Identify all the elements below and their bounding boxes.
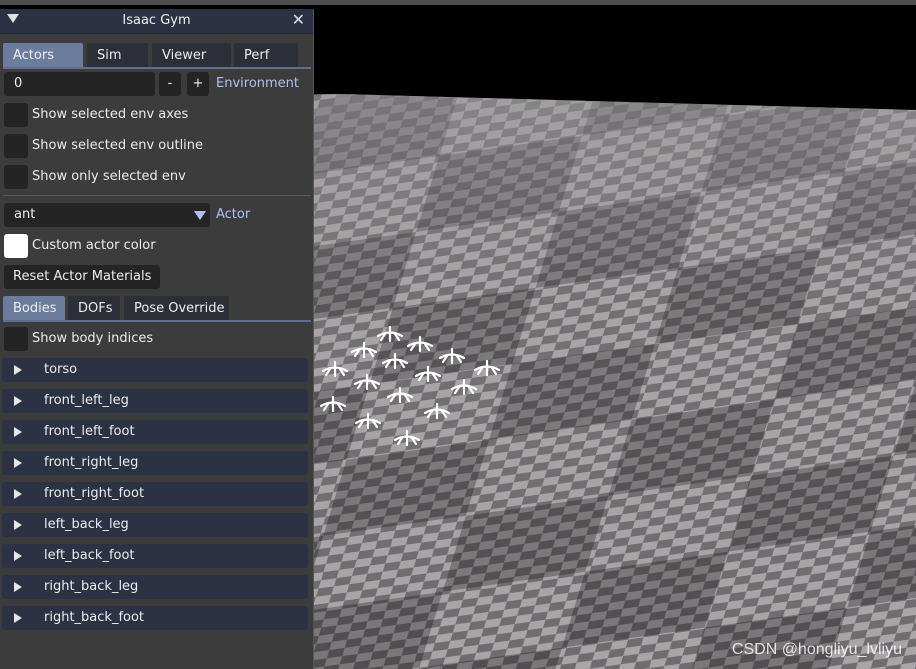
actor-dropdown[interactable]: ant xyxy=(4,203,210,227)
environment-input[interactable]: 0 xyxy=(4,72,155,96)
show-env-outline-label: Show selected env outline xyxy=(32,138,204,153)
expand-arrow-icon[interactable] xyxy=(14,582,22,592)
close-icon[interactable]: ✕ xyxy=(292,10,305,29)
tab-bodies[interactable]: Bodies xyxy=(3,296,65,320)
panel-title: Isaac Gym xyxy=(122,13,191,28)
main-tab-bar: Actors Sim Viewer Perf xyxy=(3,43,311,69)
expand-arrow-icon[interactable] xyxy=(14,520,22,530)
body-item-front-left-leg[interactable]: front_left_leg xyxy=(2,389,308,413)
tab-actors[interactable]: Actors xyxy=(3,43,83,67)
body-item-left-back-foot[interactable]: left_back_foot xyxy=(2,544,308,568)
expand-arrow-icon[interactable] xyxy=(14,458,22,468)
expand-arrow-icon[interactable] xyxy=(14,613,22,623)
show-only-env-label: Show only selected env xyxy=(32,169,186,184)
body-label: front_left_leg xyxy=(44,393,129,408)
body-label: left_back_foot xyxy=(44,548,135,563)
tab-sim[interactable]: Sim xyxy=(87,43,148,67)
body-item-right-back-foot[interactable]: right_back_foot xyxy=(2,606,308,630)
body-item-front-right-leg[interactable]: front_right_leg xyxy=(2,451,308,475)
expand-arrow-icon[interactable] xyxy=(14,427,22,437)
separator xyxy=(3,195,311,196)
show-body-indices-checkbox[interactable] xyxy=(4,327,28,351)
panel-titlebar[interactable]: Isaac Gym ✕ xyxy=(0,9,313,34)
show-env-axes-checkbox[interactable] xyxy=(4,103,28,127)
expand-arrow-icon[interactable] xyxy=(14,365,22,375)
custom-actor-color-swatch[interactable] xyxy=(4,234,28,258)
watermark: CSDN @hongliyu_lvliyu xyxy=(731,641,902,658)
body-label: front_left_foot xyxy=(44,424,135,439)
custom-actor-color-label: Custom actor color xyxy=(32,238,156,253)
show-body-indices-label: Show body indices xyxy=(32,331,154,346)
reset-actor-materials-button[interactable]: Reset Actor Materials xyxy=(4,265,161,289)
body-item-front-left-foot[interactable]: front_left_foot xyxy=(2,420,308,444)
chevron-down-icon[interactable] xyxy=(194,211,206,220)
tab-pose-override[interactable]: Pose Override xyxy=(124,296,229,320)
environment-increment-button[interactable]: + xyxy=(187,72,209,96)
tab-dofs[interactable]: DOFs xyxy=(68,296,120,320)
body-label: right_back_leg xyxy=(44,579,139,594)
body-label: right_back_foot xyxy=(44,610,145,625)
expand-arrow-icon[interactable] xyxy=(14,396,22,406)
top-border xyxy=(0,0,916,5)
body-label: left_back_leg xyxy=(44,517,129,532)
show-env-axes-label: Show selected env axes xyxy=(32,107,189,122)
body-item-right-back-leg[interactable]: right_back_leg xyxy=(2,575,308,599)
body-item-torso[interactable]: torso xyxy=(2,358,308,382)
show-env-outline-checkbox[interactable] xyxy=(4,134,28,158)
show-only-env-checkbox[interactable] xyxy=(4,165,28,189)
actor-label: Actor xyxy=(216,207,251,222)
expand-arrow-icon[interactable] xyxy=(14,551,22,561)
sub-tab-bar: Bodies DOFs Pose Override xyxy=(3,296,311,322)
environment-decrement-button[interactable]: - xyxy=(159,72,181,96)
body-label: front_right_leg xyxy=(44,455,139,470)
body-label: torso xyxy=(44,362,78,377)
isaac-gym-panel[interactable]: Isaac Gym ✕ Actors Sim Viewer Perf 0 - +… xyxy=(0,9,314,669)
body-item-left-back-leg[interactable]: left_back_leg xyxy=(2,513,308,537)
tab-viewer[interactable]: Viewer xyxy=(152,43,231,67)
expand-arrow-icon[interactable] xyxy=(14,489,22,499)
tab-perf[interactable]: Perf xyxy=(234,43,298,67)
environment-label: Environment xyxy=(216,76,300,91)
body-label: front_right_foot xyxy=(44,486,145,501)
body-item-front-right-foot[interactable]: front_right_foot xyxy=(2,482,308,506)
